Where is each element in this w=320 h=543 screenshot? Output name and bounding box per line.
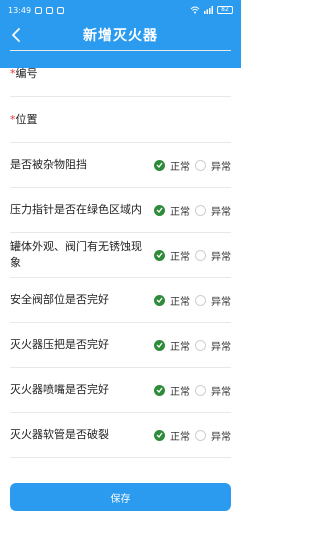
radio-normal[interactable]: 正常 — [154, 203, 190, 218]
check-circle-icon — [154, 294, 165, 306]
radio-normal-label: 正常 — [170, 386, 190, 398]
check-label: 灭火器软管是否破裂 — [10, 428, 109, 441]
check-label: 安全阀部位是否完好 — [10, 293, 109, 306]
extinguisher-form: *编号 *位置 是否被杂物阻挡 正常 异常 压力指针是否在绿色区域内 正常 异常… — [10, 50, 231, 458]
radio-group: 正常 异常 — [154, 368, 231, 412]
check-row: 是否被杂物阻挡 正常 异常 — [10, 143, 231, 188]
nav-bar: 新增灭火器 — [0, 20, 241, 50]
check-circle-icon — [154, 384, 165, 396]
radio-normal[interactable]: 正常 — [154, 338, 190, 353]
check-row: 压力指针是否在绿色区域内 正常 异常 — [10, 188, 231, 233]
check-row: 灭火器软管是否破裂 正常 异常 — [10, 413, 231, 458]
radio-empty-icon — [195, 159, 206, 171]
back-button[interactable] — [4, 23, 28, 47]
page-title: 新增灭火器 — [83, 28, 158, 44]
radio-abnormal-label: 异常 — [211, 161, 231, 173]
field-number-text: 编号 — [15, 66, 38, 80]
check-row: 安全阀部位是否完好 正常 异常 — [10, 278, 231, 323]
number-input[interactable] — [50, 59, 231, 88]
radio-abnormal[interactable]: 异常 — [195, 203, 231, 218]
radio-abnormal[interactable]: 异常 — [195, 383, 231, 398]
radio-abnormal-label: 异常 — [211, 386, 231, 398]
check-circle-icon — [154, 159, 165, 171]
radio-normal-label: 正常 — [170, 251, 190, 263]
radio-group: 正常 异常 — [154, 188, 231, 232]
check-circle-icon — [154, 204, 165, 216]
radio-normal-label: 正常 — [170, 206, 190, 218]
check-label: 罐体外观、阀门有无锈蚀现象 — [10, 240, 142, 269]
save-button[interactable]: 保存 — [10, 483, 231, 511]
chevron-left-icon — [12, 28, 20, 42]
radio-normal[interactable]: 正常 — [154, 158, 190, 173]
radio-normal-label: 正常 — [170, 431, 190, 443]
radio-normal[interactable]: 正常 — [154, 428, 190, 443]
check-row: 灭火器压把是否完好 正常 异常 — [10, 323, 231, 368]
radio-abnormal[interactable]: 异常 — [195, 158, 231, 173]
radio-empty-icon — [195, 339, 206, 351]
field-number-row[interactable]: *编号 — [10, 51, 231, 97]
status-bar: 13:49 82 — [0, 0, 241, 20]
check-row: 罐体外观、阀门有无锈蚀现象 正常 异常 — [10, 233, 231, 278]
radio-abnormal[interactable]: 异常 — [195, 428, 231, 443]
radio-abnormal[interactable]: 异常 — [195, 248, 231, 263]
radio-normal-label: 正常 — [170, 161, 190, 173]
location-input[interactable] — [50, 105, 231, 134]
radio-group: 正常 异常 — [154, 323, 231, 367]
radio-normal-label: 正常 — [170, 341, 190, 353]
radio-empty-icon — [195, 204, 206, 216]
image-icon — [57, 6, 65, 14]
radio-empty-icon — [195, 294, 206, 306]
radio-abnormal-label: 异常 — [211, 341, 231, 353]
check-circle-icon — [154, 249, 165, 261]
field-location-row[interactable]: *位置 — [10, 97, 231, 143]
radio-abnormal-label: 异常 — [211, 431, 231, 443]
radio-group: 正常 异常 — [154, 278, 231, 322]
radio-group: 正常 异常 — [154, 143, 231, 187]
field-number-label: *编号 — [10, 66, 38, 82]
signal-icon — [204, 6, 213, 14]
radio-empty-icon — [195, 249, 206, 261]
radio-normal[interactable]: 正常 — [154, 293, 190, 308]
radio-abnormal-label: 异常 — [211, 251, 231, 263]
message-icon — [46, 6, 54, 14]
radio-abnormal[interactable]: 异常 — [195, 293, 231, 308]
check-label: 灭火器喷嘴是否完好 — [10, 383, 109, 396]
radio-abnormal[interactable]: 异常 — [195, 338, 231, 353]
field-location-text: 位置 — [15, 112, 38, 126]
radio-empty-icon — [195, 429, 206, 441]
radio-normal-label: 正常 — [170, 296, 190, 308]
wifi-icon — [190, 6, 200, 14]
status-time: 13:49 — [8, 5, 32, 15]
radio-abnormal-label: 异常 — [211, 296, 231, 308]
radio-abnormal-label: 异常 — [211, 206, 231, 218]
radio-group: 正常 异常 — [154, 233, 231, 277]
radio-empty-icon — [195, 384, 206, 396]
battery-icon: 82 — [217, 6, 233, 14]
check-label: 压力指针是否在绿色区域内 — [10, 203, 142, 216]
check-circle-icon — [154, 339, 165, 351]
radio-group: 正常 异常 — [154, 413, 231, 457]
radio-normal[interactable]: 正常 — [154, 248, 190, 263]
notification-icon — [35, 6, 43, 14]
check-row: 灭火器喷嘴是否完好 正常 异常 — [10, 368, 231, 413]
check-circle-icon — [154, 429, 165, 441]
field-location-label: *位置 — [10, 112, 38, 128]
check-label: 灭火器压把是否完好 — [10, 338, 109, 351]
check-label: 是否被杂物阻挡 — [10, 158, 87, 171]
radio-normal[interactable]: 正常 — [154, 383, 190, 398]
